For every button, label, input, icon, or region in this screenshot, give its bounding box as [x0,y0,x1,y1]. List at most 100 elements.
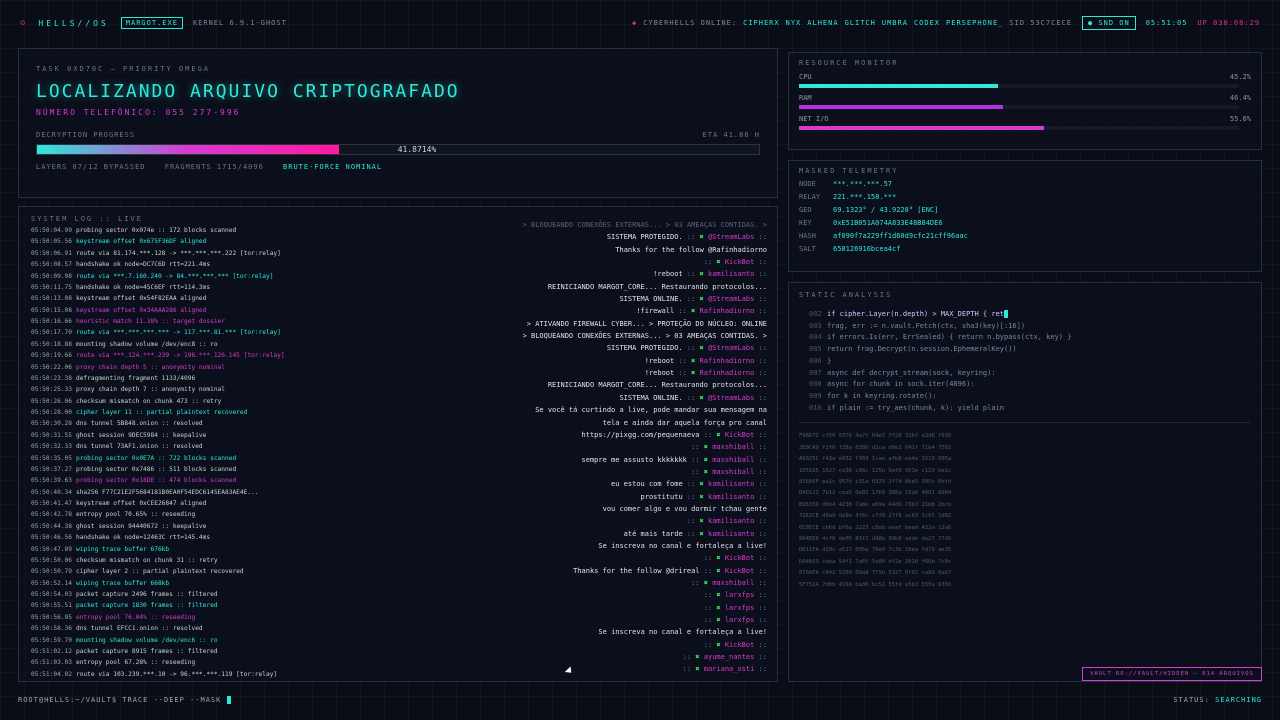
chat-username[interactable]: kamilisanto [708,493,754,501]
telemetry-row: GEO 69.1323° / 43.9228° [ENC] [799,206,1251,214]
log-entry: 05:50:37.27 probing sector 0x7486 :: 511 … [31,464,331,475]
chat-username[interactable]: larxfps [725,604,755,612]
log-message: probing sector 0x0E7A :: 722 blocks scan… [75,454,237,462]
chat-text: sempre me assusto kkkkkkk [581,455,687,464]
resource-bar [799,105,1004,109]
chat-text: REINICIANDO MARGOT_CORE... Restaurando p… [547,381,767,390]
chat-username[interactable]: KickBot [725,431,755,439]
log-message: handshake ok node=DC7C6D rtt=221.4ms [75,261,211,269]
log-entry: 05:50:19.66 route via ***.124.***.239 -> … [31,350,331,361]
telemetry-row: SALT 658126916bcea4cf [799,245,1251,253]
chat-username[interactable]: @StreamLabs [708,295,754,303]
chat-separator: :: [754,492,767,501]
chat-username[interactable]: KickBot [725,567,755,575]
log-message: ghost session 9DEC5984 :: keepalive [75,431,207,439]
chat-username[interactable]: maxshiball [712,579,754,587]
chat-separator: :: [699,430,717,439]
log-entry: 05:50:39.63 probing sector 0x18DE :: 474 … [31,475,331,486]
code-line: 003 frag, err := n.vault.Fetch(ctx, sha3(… [799,321,1251,333]
line-number: 002 [809,310,822,318]
online-user[interactable]: UMBRA [882,19,908,27]
log-message: defragmenting fragment 1133/4096 [75,374,196,382]
chat-text: !reboot [644,356,675,365]
chat-text: > BLOQUEANDO CONEXÕES EXTERNAS... > 03 A… [522,332,767,341]
hex-line: 0C8ECE cb6d bf6a 2223 c8eb eeaf bead 422… [799,524,952,531]
chat-username[interactable]: Rafinhadiorno [700,307,755,315]
sound-toggle[interactable]: ● SND ON [1081,16,1136,30]
chat-text: SISTEMA ONLINE. [619,295,683,304]
code-line: 002 if cipher.Layer(n.depth) > MAX_DEPTH … [799,309,1251,321]
chat-overlay: > BLOQUEANDO CONEXÕES EXTERNAS... > 03 A… [467,219,767,676]
chat-username[interactable]: KickBot [725,258,755,266]
chat-separator: :: [686,517,700,526]
online-user[interactable]: CODEX [914,19,940,27]
log-entry: 05:50:23.38 defragmenting fragment 1133/4… [31,373,331,384]
chat-message: Se você tá curtindo a live, pode mandar … [467,404,767,416]
chat-username[interactable]: Rafinhadiorno [700,369,755,377]
chat-username[interactable]: maxshiball [712,443,754,451]
chat-username[interactable]: KickBot [725,554,755,562]
chat-username[interactable]: maxshiball [712,468,754,476]
chat-username[interactable]: kamilisanto [708,480,754,488]
chat-message: vou comer algo e vou dormir tchau gente [467,503,767,515]
badge-icon: ✖ [699,270,708,279]
log-entry: 05:50:28.00 cipher layer 11 :: partial pl… [31,407,331,418]
telemetry-row: HASH af090f7a229ff1d60d9cfc21cff96aac [799,232,1251,240]
masked-telemetry: MASKED TELEMETRY NODE ***.***.***.57 RELAY… [788,160,1262,272]
chat-username[interactable]: maxshiball [712,456,754,464]
text-cursor [226,696,231,704]
chat-username[interactable]: larxfps [725,591,755,599]
chat-username[interactable]: @StreamLabs [708,344,754,352]
chat-message: :: ✖ KickBot :: [467,639,767,651]
chat-username[interactable]: @StreamLabs [708,394,754,402]
chat-username[interactable]: larxfps [725,616,755,624]
log-entry: 05:50:50.79 cipher layer 2 :: partial pla… [31,566,331,577]
chat-username[interactable]: kamilisanto [708,270,754,278]
log-time: 05:50:50.06 [31,556,72,564]
chat-username[interactable]: Rafinhadiorno [700,357,755,365]
chat-text: https://pixgg.com/pequenaeva [581,430,700,439]
log-entry: 05:50:15.08 keystream offset 0x34AAA286 a… [31,305,331,316]
chat-separator: :: [703,258,717,267]
hex-line: 105165 1627 ca38 c08c 125b 9af0 953e c12… [799,467,952,474]
badge-icon: ✖ [716,616,725,624]
chat-message: !reboot :: ✖ Rafinhadiorno :: [467,355,767,367]
vault-badge[interactable]: VAULT RO://VAULT/HIDDEN — 814 ARQUIVOS [1082,667,1262,681]
log-entry: 05:50:06.91 route via 81.174.***.128 -> *… [31,248,331,259]
chat-separator: :: [682,665,696,674]
log-message: packet capture 1830 frames :: filtered [75,602,218,610]
command-line[interactable]: ROOT@HELLS:~/VAULT$ TRACE --DEEP --MASK [18,696,231,704]
chat-username[interactable]: kamilisanto [708,517,754,525]
log-message: mounting shadow volume /dev/enc8 :: ro [75,340,218,348]
chat-separator: :: [754,616,767,624]
online-user[interactable]: ALHENA [807,19,838,27]
online-user[interactable]: GLITCH [845,19,876,27]
badge-icon: ✖ [716,603,725,612]
chat-separator: :: [754,356,767,365]
log-entry: 05:50:44.38 ghost session 94440672 :: kee… [31,521,331,532]
chat-separator: :: [754,665,767,674]
log-time: 05:50:17.70 [31,329,72,337]
badge-icon: ✖ [699,295,708,304]
chat-message: !firewall :: ✖ Rafinhadiorno :: [467,305,767,317]
log-message: wiping trace buffer 676kb [75,545,170,553]
online-user[interactable]: CIPHERX [743,19,780,27]
top-bar: ◇ HELLS//OS MARGOT.EXE KERNEL 6.9.1-GHOS… [0,0,1280,46]
chat-separator: :: [754,653,767,662]
log-time: 05:50:58.36 [31,625,72,633]
chat-username[interactable]: ayume_nantes [704,653,755,661]
chat-separator: :: [754,270,767,279]
log-time: 05:50:31.55 [31,431,72,439]
chat-username[interactable]: KickBot [725,641,755,649]
log-entry: 05:50:26.06 checksum mismatch on chunk 47… [31,396,331,407]
resource-row: CPU 45.2% [799,73,1251,88]
chat-username[interactable]: mariana_osti [704,665,755,673]
log-message: route via ***.7.160.240 -> 84.***.***.**… [75,272,274,280]
online-user[interactable]: PERSEPHONE_ [946,19,1003,27]
chat-username[interactable]: kamilisanto [708,530,754,538]
online-user[interactable]: NYX [786,19,802,27]
chat-username[interactable]: @StreamLabs [708,233,754,241]
user-tag[interactable]: MARGOT.EXE [120,17,183,29]
chat-separator: :: [754,455,767,464]
code-text: if cipher.Layer(n.depth) > MAX_DEPTH { r… [827,310,1005,318]
